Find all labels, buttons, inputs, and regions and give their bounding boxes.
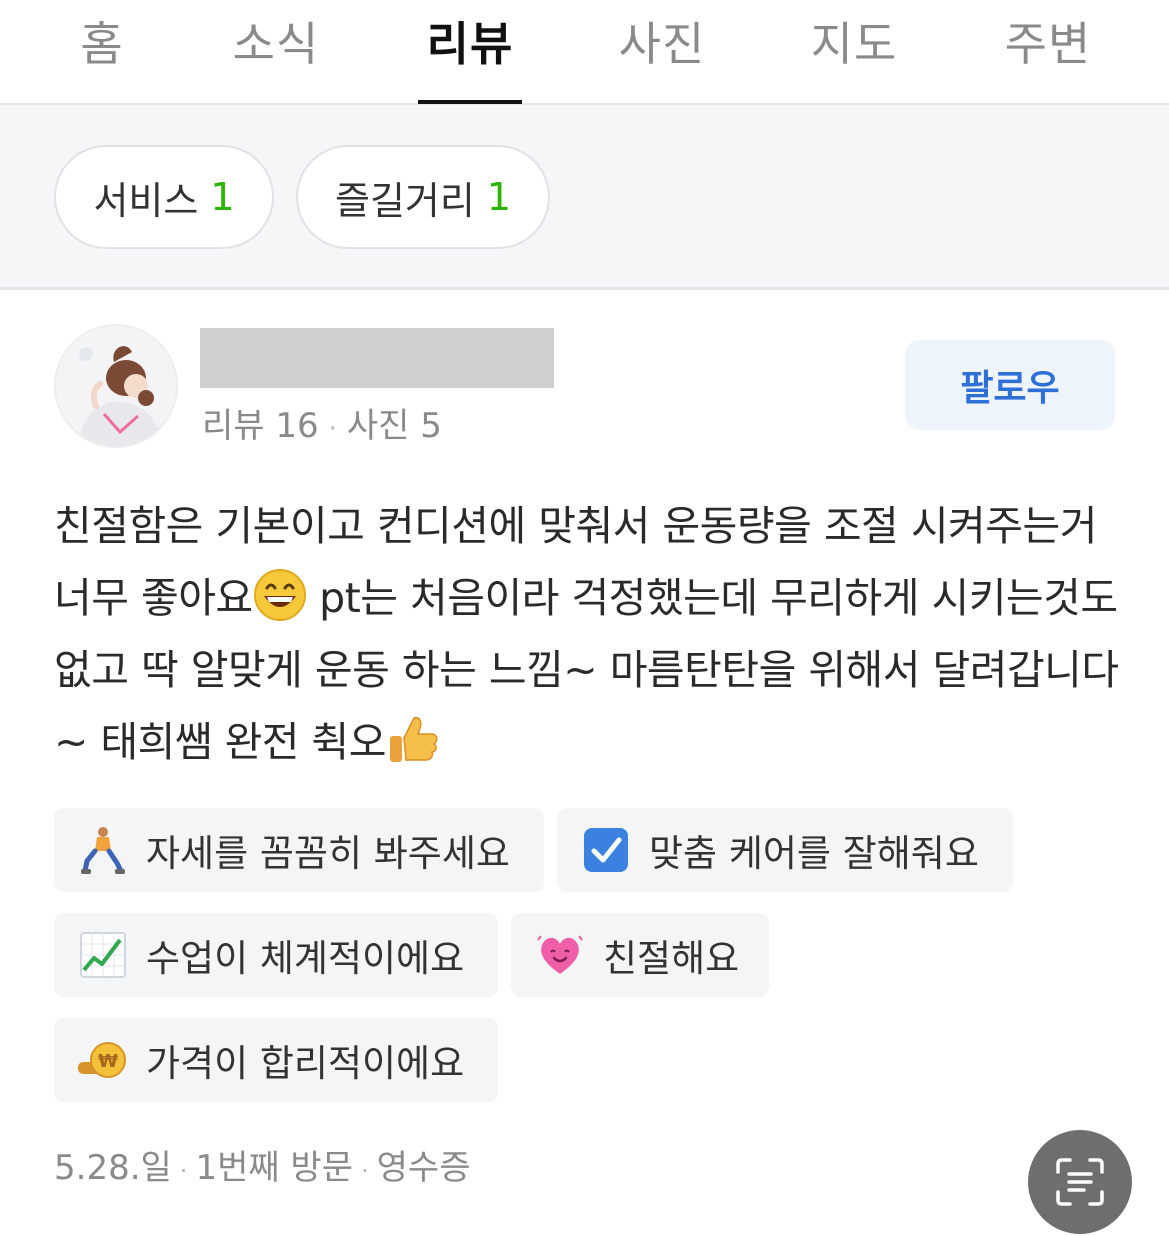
avatar-illustration <box>56 326 176 446</box>
tab-home[interactable]: 홈 <box>62 0 142 103</box>
filter-chip-label: 서비스 <box>93 178 199 223</box>
checkbox-icon <box>581 825 631 875</box>
tab-reviews[interactable]: 리뷰 <box>418 0 522 104</box>
filter-chip-count: 1 <box>486 175 512 219</box>
follow-button[interactable]: 팔로우 <box>905 340 1115 430</box>
reviewer-review-count: 리뷰 16 <box>202 406 319 446</box>
visit-date: 5.28.일 <box>54 1148 172 1188</box>
avatar[interactable] <box>54 324 178 448</box>
keyword-tag: 수업이 체계적이에요 <box>54 913 498 997</box>
keyword-tag: 맞춤 케어를 잘해줘요 <box>557 808 1013 892</box>
keyword-tag: 자세를 꼼꼼히 봐주세요 <box>54 808 544 892</box>
grinning-face-icon <box>253 569 306 621</box>
filter-chip-count: 1 <box>210 175 235 219</box>
review-visit-info: 5.28.일 · 1번째 방문 · 영수증 <box>54 1140 470 1189</box>
text-scan-button[interactable] <box>1028 1130 1132 1234</box>
filter-chip-activities[interactable]: 즐길거리 1 <box>296 145 550 249</box>
svg-text:₩: ₩ <box>98 1051 118 1072</box>
reviewer-stats: 리뷰 16 · 사진 5 <box>202 398 442 447</box>
keyword-tag-label: 가격이 합리적이에요 <box>146 1042 465 1085</box>
text-scan-icon <box>1056 1158 1104 1206</box>
tab-map[interactable]: 지도 <box>806 0 902 103</box>
won-coin-icon: ₩ <box>78 1035 128 1085</box>
separator-dot: · <box>328 414 337 444</box>
tab-photos[interactable]: 사진 <box>614 0 710 103</box>
keyword-tag: 친절해요 <box>511 913 769 997</box>
separator-dot: · <box>179 1157 188 1185</box>
reviewer-photo-count: 사진 5 <box>346 406 442 446</box>
visit-count: 1번째 방문 <box>195 1148 353 1188</box>
tab-nearby[interactable]: 주변 <box>998 0 1098 103</box>
review-body: 친절함은 기본이고 컨디션에 맞춰서 운동량을 조절 시켜주는거 너무 좋아요 … <box>54 490 1119 778</box>
keyword-tag-label: 수업이 체계적이에요 <box>146 937 465 980</box>
lunge-person-icon <box>78 825 128 875</box>
reviewer-name-redacted <box>200 328 554 388</box>
verification-type: 영수증 <box>376 1148 471 1188</box>
top-tab-bar: 홈 소식 리뷰 사진 지도 주변 <box>0 0 1169 105</box>
thumbs-up-icon <box>390 716 438 762</box>
keyword-tag-label: 친절해요 <box>603 937 740 980</box>
filter-chip-service[interactable]: 서비스 1 <box>54 145 274 249</box>
keyword-tag-label: 자세를 꼼꼼히 봐주세요 <box>146 832 510 875</box>
review-filter-bar: 서비스 1 즐길거리 1 <box>0 105 1169 290</box>
growing-heart-icon <box>535 930 585 980</box>
keyword-tag: ₩ 가격이 합리적이에요 <box>54 1018 498 1102</box>
separator-dot: · <box>361 1157 369 1185</box>
tab-news[interactable]: 소식 <box>228 0 324 103</box>
chart-increasing-icon <box>78 930 128 980</box>
keyword-tag-label: 맞춤 케어를 잘해줘요 <box>649 832 979 875</box>
filter-chip-label: 즐길거리 <box>334 178 475 223</box>
